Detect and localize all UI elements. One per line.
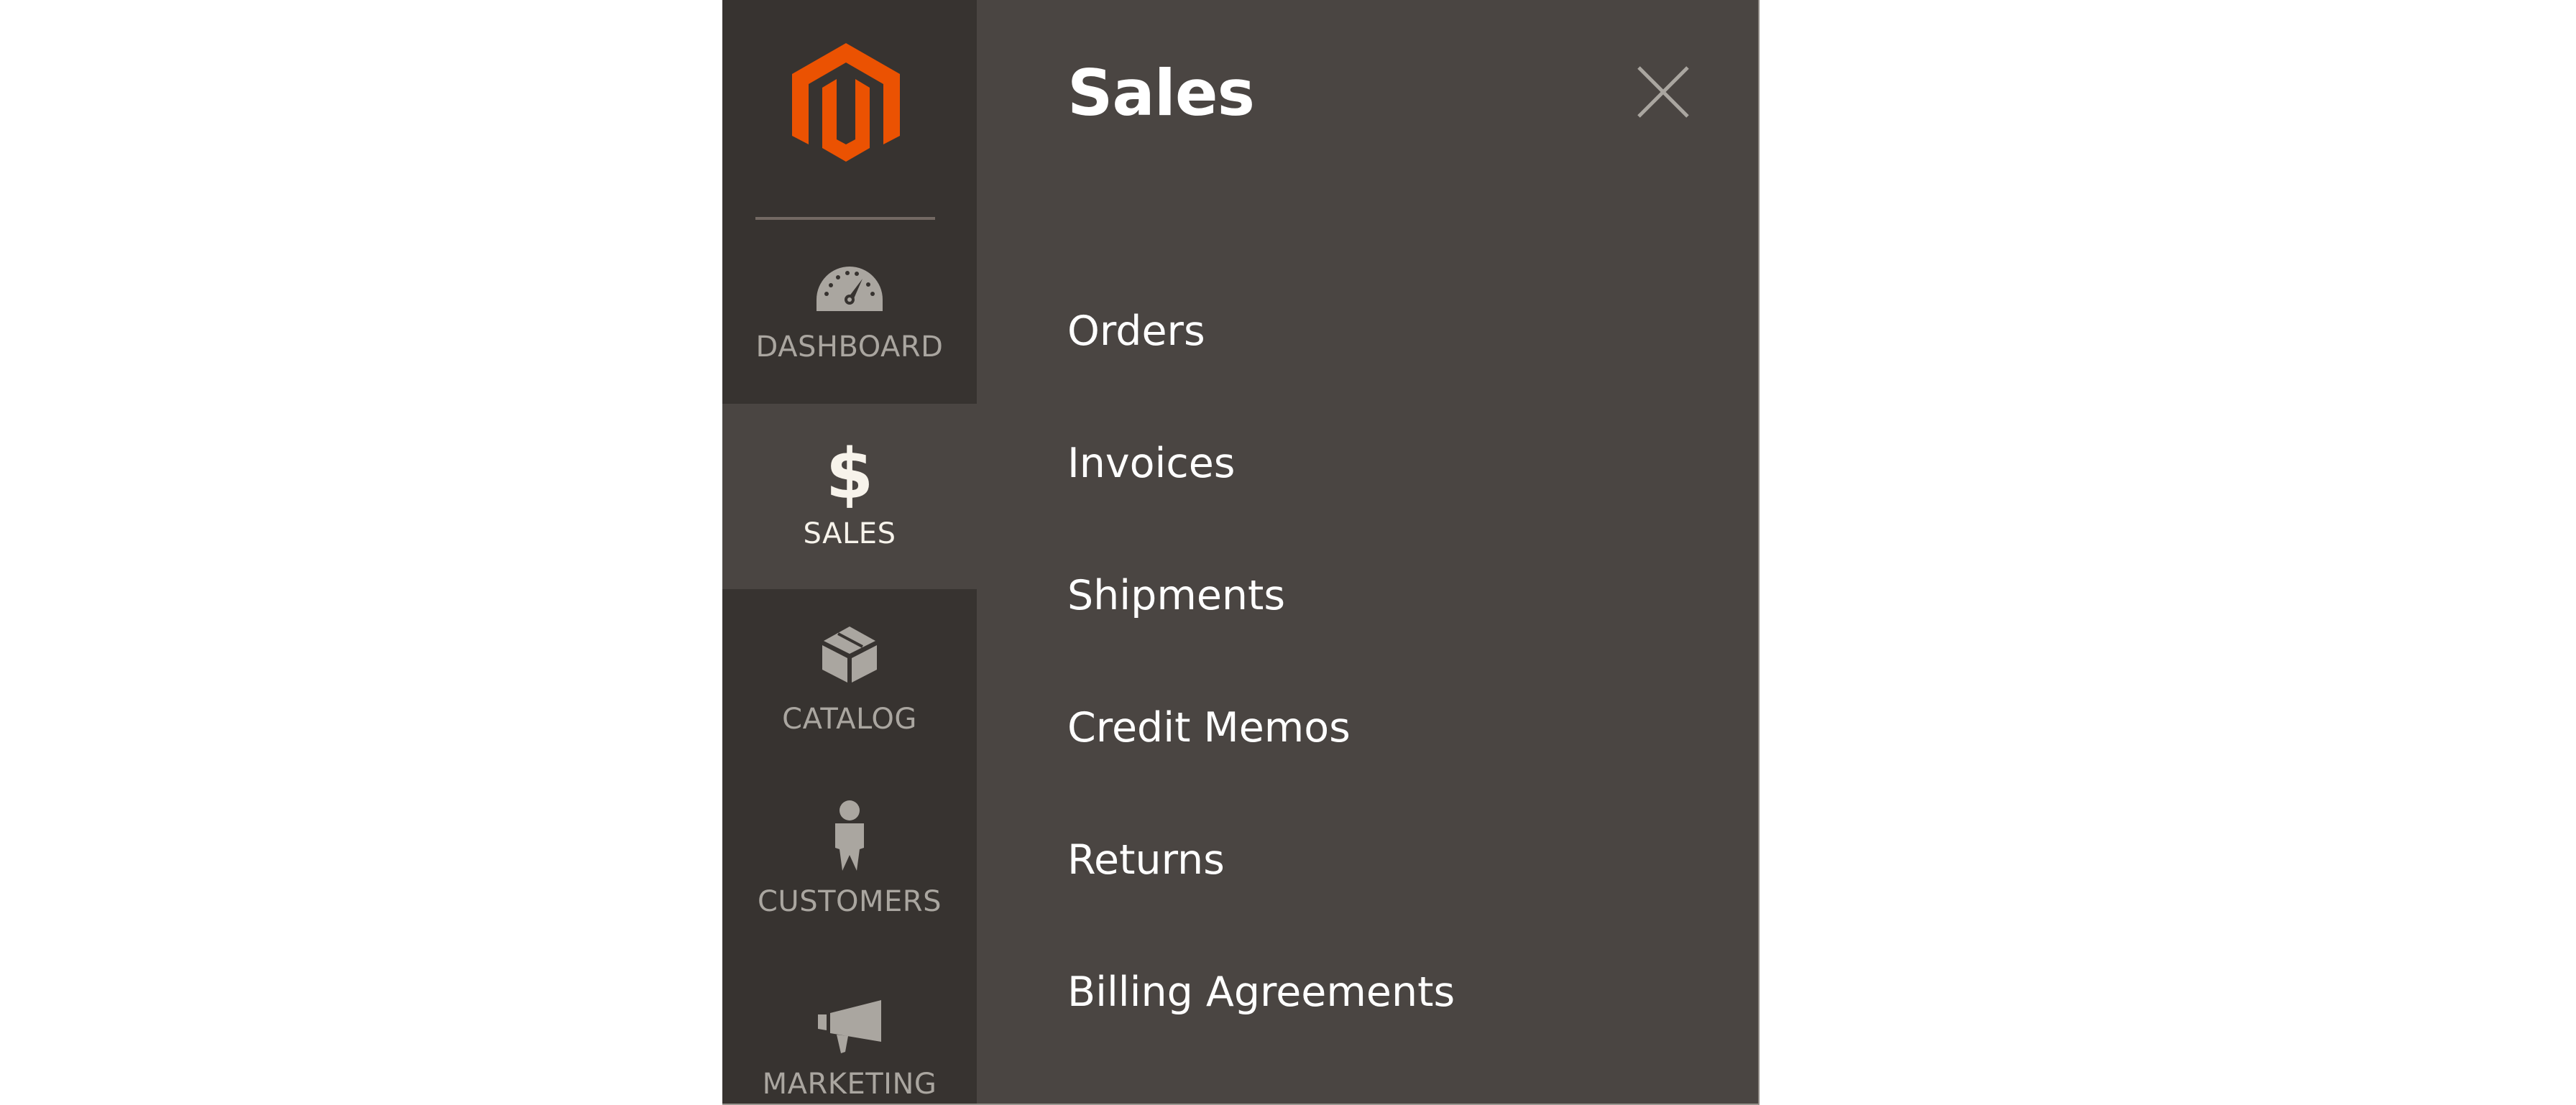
dashboard-gauge-icon — [816, 267, 883, 315]
submenu-item-orders[interactable]: Orders — [1067, 308, 1205, 355]
sidebar-label-customers: CUSTOMERS — [758, 885, 942, 918]
person-icon — [832, 800, 867, 875]
sidebar-label-sales: SALES — [803, 517, 896, 550]
submenu-item-invoices[interactable]: Invoices — [1067, 440, 1235, 487]
sales-submenu-panel: Sales Orders Invoices Shipments Credit M… — [977, 0, 1760, 1104]
sidebar-item-marketing[interactable]: MARKETING — [722, 960, 977, 1104]
submenu-item-shipments[interactable]: Shipments — [1067, 572, 1285, 619]
sidebar-item-customers[interactable]: CUSTOMERS — [722, 775, 977, 960]
sidebar-label-dashboard: DASHBOARD — [755, 330, 944, 364]
megaphone-icon — [818, 1000, 881, 1056]
sidebar-item-sales[interactable]: $ SALES — [722, 404, 977, 589]
box-icon — [822, 625, 877, 687]
panel-title: Sales — [1067, 56, 1255, 130]
dollar-icon: $ — [825, 434, 874, 514]
magento-logo[interactable] — [792, 43, 900, 167]
submenu-item-billing-agreements[interactable]: Billing Agreements — [1067, 968, 1455, 1016]
sidebar-item-catalog[interactable]: CATALOG — [722, 589, 977, 775]
close-button[interactable] — [1636, 65, 1690, 119]
submenu-item-returns[interactable]: Returns — [1067, 836, 1225, 884]
submenu-item-credit-memos[interactable]: Credit Memos — [1067, 704, 1351, 752]
sidebar-label-catalog: CATALOG — [782, 703, 917, 736]
admin-sidebar: DASHBOARD $ SALES CATALOG CUSTOMERS MARK… — [722, 0, 977, 1104]
sidebar-item-dashboard[interactable]: DASHBOARD — [722, 220, 977, 404]
sidebar-label-marketing: MARKETING — [762, 1068, 937, 1101]
close-icon — [1636, 66, 1690, 122]
